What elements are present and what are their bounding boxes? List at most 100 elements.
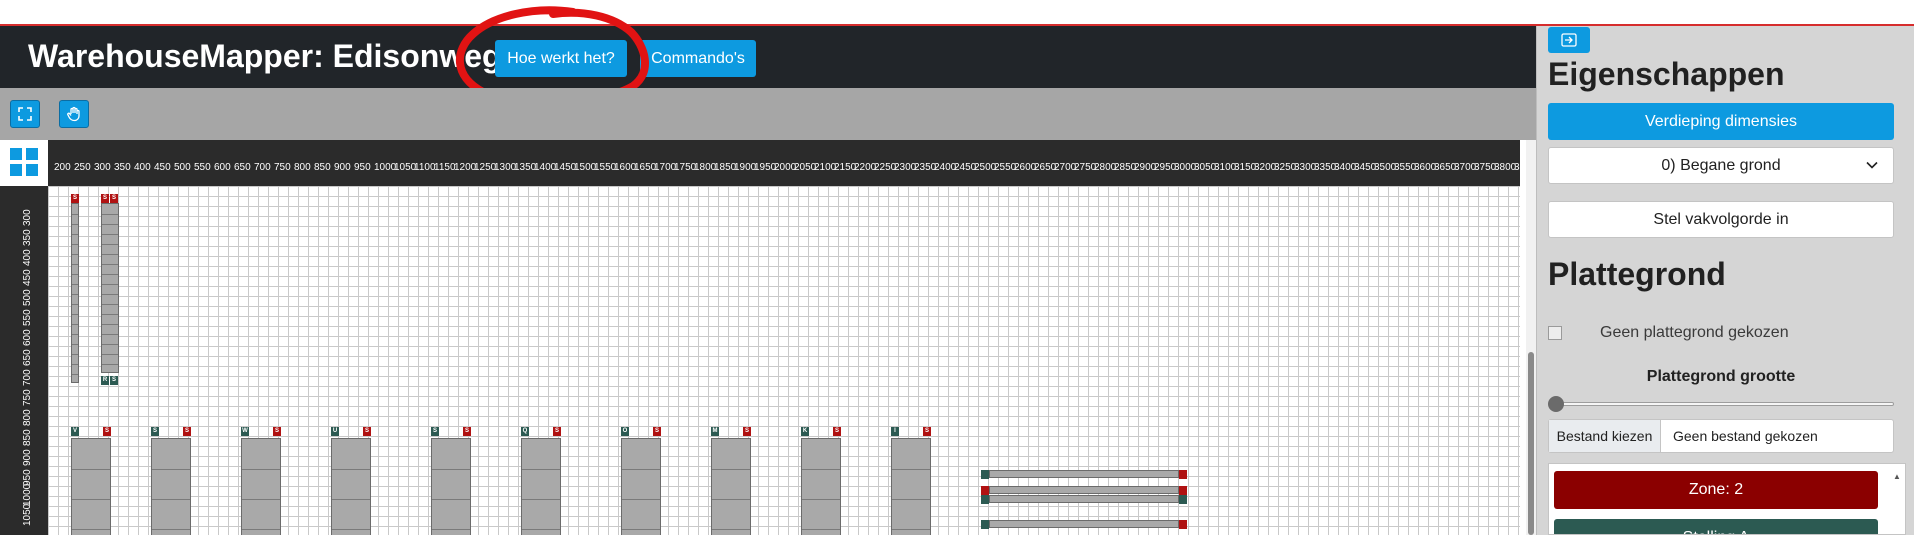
rack-tag[interactable] bbox=[981, 470, 989, 479]
rack-tag[interactable] bbox=[981, 495, 989, 504]
rack[interactable] bbox=[241, 438, 281, 535]
rack-button[interactable]: Stelling A bbox=[1554, 519, 1878, 534]
ruler-top-label: 3350 bbox=[1314, 162, 1337, 173]
rack[interactable] bbox=[101, 203, 119, 373]
zone-list-scrollbar[interactable]: ▲ bbox=[1893, 466, 1903, 534]
rack-tag[interactable] bbox=[1179, 470, 1187, 479]
canvas-scrollbar-thumb[interactable] bbox=[1528, 352, 1534, 535]
rack-tag[interactable]: S bbox=[101, 194, 109, 203]
floorplan-size-slider[interactable] bbox=[1548, 396, 1894, 412]
rack-tag[interactable]: R bbox=[101, 376, 109, 385]
rack-tag[interactable]: S bbox=[151, 427, 159, 436]
rack-cell-divider bbox=[102, 344, 118, 345]
rack[interactable] bbox=[891, 438, 931, 535]
rack-tag[interactable]: S bbox=[653, 427, 661, 436]
rack-cell-divider bbox=[242, 499, 280, 500]
warehouse-canvas[interactable]: 200 250 300 350 400 450 500 550 600 650 700 750 800 8… bbox=[0, 140, 1520, 535]
rack-tag[interactable]: U bbox=[331, 427, 339, 436]
properties-panel: Eigenschappen Verdieping dimensies 0) Be… bbox=[1536, 26, 1914, 535]
rack-cell-divider bbox=[72, 499, 110, 500]
ruler-left-label: 350 bbox=[22, 229, 33, 246]
rack-tag[interactable]: V bbox=[71, 427, 79, 436]
floorplan-image: Geen plattegrond gekozen bbox=[1548, 320, 1894, 346]
rack-tag[interactable]: M bbox=[711, 427, 719, 436]
rack[interactable] bbox=[431, 438, 471, 535]
rack-cell-divider bbox=[432, 469, 470, 470]
rack-tag[interactable] bbox=[1179, 520, 1187, 529]
collapse-panel-icon[interactable] bbox=[1548, 27, 1590, 53]
hand-pan-icon[interactable] bbox=[59, 100, 89, 128]
ruler-top-label: 1850 bbox=[714, 162, 737, 173]
rack-tag[interactable]: S bbox=[743, 427, 751, 436]
rack[interactable] bbox=[151, 438, 191, 535]
rack-cell-divider bbox=[72, 294, 78, 295]
rack-cell-divider bbox=[72, 314, 78, 315]
ruler-top-label: 2050 bbox=[794, 162, 817, 173]
ruler-top-label: 2900 bbox=[1134, 162, 1157, 173]
rack[interactable] bbox=[331, 438, 371, 535]
rack[interactable] bbox=[989, 486, 1179, 494]
rack-tag[interactable]: S bbox=[183, 427, 191, 436]
floor-dimensions-button[interactable]: Verdieping dimensies bbox=[1548, 103, 1894, 140]
commands-button[interactable]: Commando's bbox=[640, 40, 756, 77]
rack-tag[interactable]: K bbox=[801, 427, 809, 436]
fit-screen-icon[interactable] bbox=[10, 100, 40, 128]
rack[interactable] bbox=[71, 203, 79, 383]
browser-top-strip bbox=[0, 0, 1914, 26]
zone-button[interactable]: Zone: 2 bbox=[1554, 471, 1878, 509]
rack-tag[interactable]: S bbox=[110, 194, 118, 203]
floor-grid[interactable]: SSSRSVSSSWSUSSSQSOSMSKSIS bbox=[48, 186, 1520, 535]
zone-list: Zone: 2 Stelling A ▲ bbox=[1548, 463, 1906, 535]
rack-tag[interactable]: S bbox=[110, 376, 118, 385]
rack[interactable] bbox=[621, 438, 661, 535]
rack-cell-divider bbox=[432, 529, 470, 530]
ruler-top-label: 450 bbox=[154, 162, 171, 173]
chevron-down-icon bbox=[1866, 161, 1878, 169]
rack[interactable] bbox=[989, 495, 1179, 503]
ruler-top-label: 1300 bbox=[494, 162, 517, 173]
rack[interactable] bbox=[989, 470, 1179, 478]
rack-tag[interactable] bbox=[981, 486, 989, 495]
set-bin-order-button[interactable]: Stel vakvolgorde in bbox=[1548, 201, 1894, 238]
choose-file-button[interactable]: Bestand kiezen bbox=[1549, 420, 1661, 452]
rack-tag[interactable]: Q bbox=[521, 427, 529, 436]
rack-tag[interactable]: S bbox=[71, 194, 79, 203]
properties-heading: Eigenschappen bbox=[1548, 56, 1785, 92]
rack-tag[interactable] bbox=[981, 520, 989, 529]
rack-tag[interactable] bbox=[1179, 495, 1187, 504]
rack-tag[interactable] bbox=[1179, 486, 1187, 495]
rack[interactable] bbox=[801, 438, 841, 535]
rack-tag[interactable]: O bbox=[621, 427, 629, 436]
floorplan-file-input[interactable]: Bestand kiezen Geen bestand gekozen bbox=[1548, 419, 1894, 453]
rack-tag[interactable]: S bbox=[103, 427, 111, 436]
ruler-top-label: 2750 bbox=[1074, 162, 1097, 173]
floorplan-heading: Plattegrond bbox=[1548, 256, 1726, 292]
rack[interactable] bbox=[989, 520, 1179, 528]
rack-cell-divider bbox=[102, 294, 118, 295]
rack-cell-divider bbox=[622, 499, 660, 500]
rack-tag[interactable]: S bbox=[363, 427, 371, 436]
rack-cell-divider bbox=[72, 354, 78, 355]
rack[interactable] bbox=[71, 438, 111, 535]
rack-tag[interactable]: S bbox=[273, 427, 281, 436]
rack-tag[interactable]: S bbox=[553, 427, 561, 436]
rack-tag[interactable]: S bbox=[923, 427, 931, 436]
rack-cell-divider bbox=[332, 499, 370, 500]
rack-cell-divider bbox=[72, 234, 78, 235]
rack-tag[interactable]: W bbox=[241, 427, 249, 436]
rack-tag[interactable]: S bbox=[431, 427, 439, 436]
ruler-top-label: 1000 bbox=[374, 162, 397, 173]
how-it-works-button[interactable]: Hoe werkt het? bbox=[495, 40, 627, 77]
ruler-top-label: 750 bbox=[274, 162, 291, 173]
rack[interactable] bbox=[711, 438, 751, 535]
rack-tag[interactable]: S bbox=[463, 427, 471, 436]
ruler-top-label: 1350 bbox=[514, 162, 537, 173]
floor-select[interactable]: 0) Begane grond bbox=[1548, 147, 1894, 184]
rack-cell-divider bbox=[72, 469, 110, 470]
rack-tag[interactable]: S bbox=[833, 427, 841, 436]
ruler-top-label: 950 bbox=[354, 162, 371, 173]
rack-tag[interactable]: I bbox=[891, 427, 899, 436]
rack-cell-divider bbox=[712, 529, 750, 530]
rack[interactable] bbox=[521, 438, 561, 535]
slider-thumb[interactable] bbox=[1548, 396, 1564, 412]
